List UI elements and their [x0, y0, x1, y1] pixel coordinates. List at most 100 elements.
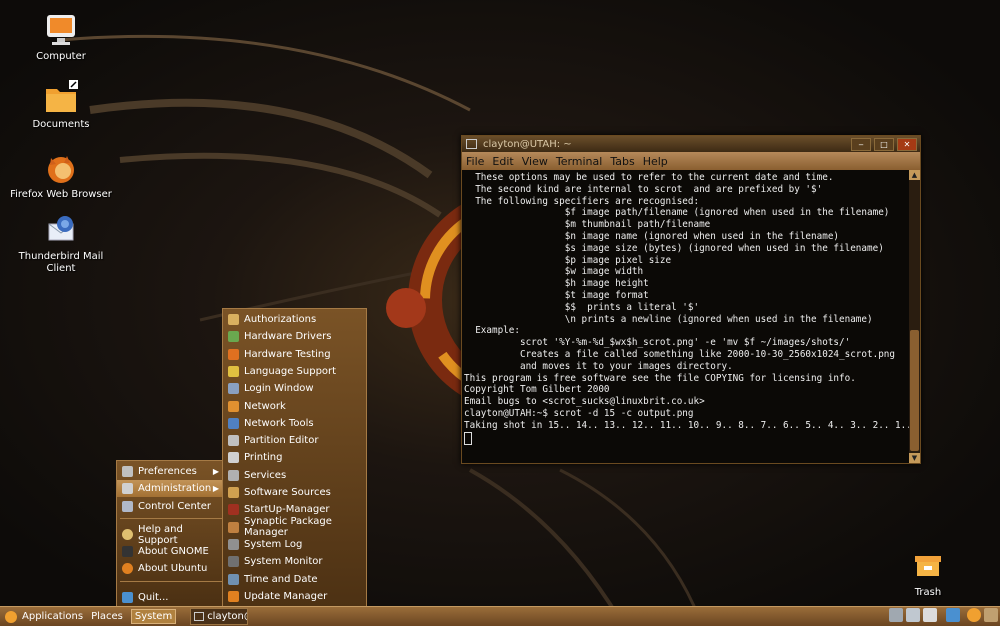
menu-edit[interactable]: Edit	[492, 155, 513, 168]
desktop-icon-label: Trash	[914, 587, 942, 598]
terminal-line: These options may be used to refer to th…	[464, 172, 834, 183]
computer-icon	[43, 12, 79, 48]
terminal-line: and moves it to your images directory.	[464, 360, 733, 372]
menu-item-about-ubuntu[interactable]: About Ubuntu	[117, 560, 225, 577]
ubuntu-icon	[122, 563, 133, 574]
close-button[interactable]: ✕	[897, 137, 917, 151]
startup-manager-icon	[228, 504, 239, 516]
terminal-window[interactable]: clayton@UTAH: ~ ‒ □ ✕ File Edit View Ter…	[461, 135, 921, 464]
system-log-icon	[228, 538, 239, 550]
menu-item-label: About Ubuntu	[138, 563, 208, 574]
thunderbird-desktop-icon[interactable]: Thunderbird Mail Client	[6, 212, 116, 275]
menu-help[interactable]: Help	[643, 155, 668, 168]
menu-item-language-support[interactable]: Language Support	[223, 363, 366, 380]
menu-tabs[interactable]: Tabs	[610, 155, 634, 168]
menu-item-label: Network Tools	[244, 417, 314, 429]
menu-file[interactable]: File	[466, 155, 484, 168]
minimize-button[interactable]: ‒	[851, 137, 871, 151]
menu-view[interactable]: View	[522, 155, 548, 168]
menu-item-label: Network	[244, 400, 286, 412]
terminal-line: Creates a file called something like 200…	[464, 348, 895, 360]
login-window-icon	[228, 383, 239, 395]
menu-item-hardware-drivers[interactable]: Hardware Drivers	[223, 328, 366, 345]
menu-item-system-log[interactable]: System Log	[223, 536, 366, 553]
menu-item-about-gnome[interactable]: About GNOME	[117, 543, 225, 560]
menu-item-label: Administration	[138, 483, 212, 494]
clipboard-icon[interactable]	[906, 608, 920, 622]
firefox-icon	[43, 150, 79, 186]
desktop-icon-label: Computer	[36, 51, 86, 62]
terminal-line: scrot '%Y-%m-%d_$wx$h_scrot.png' -e 'mv …	[464, 337, 851, 349]
terminal-line: clayton@UTAH:~$ scrot -d 15 -c output.pn…	[464, 407, 694, 419]
trash-desktop-icon[interactable]: Trash	[873, 548, 983, 599]
menu-separator	[120, 581, 222, 582]
volume-icon[interactable]	[923, 608, 937, 622]
desktop-icon-label: Documents	[32, 119, 90, 130]
terminal-line: This program is free software see the fi…	[464, 372, 856, 384]
menu-item-label: Preferences	[138, 466, 197, 477]
terminal-line: $m thumbnail path/filename	[464, 219, 711, 231]
language-support-icon	[228, 365, 239, 377]
menu-item-login-window[interactable]: Login Window	[223, 380, 366, 397]
menu-item-quit[interactable]: Quit...	[117, 589, 225, 606]
time-and-date-icon	[228, 573, 239, 585]
hardware-drivers-icon	[228, 331, 239, 343]
terminal-scrollbar[interactable]: ▲ ▼	[909, 170, 920, 463]
places-menu[interactable]: Places	[91, 611, 123, 622]
update-manager-icon	[228, 590, 239, 602]
scroll-down-arrow-icon[interactable]: ▼	[909, 453, 920, 463]
menu-item-label: Hardware Drivers	[244, 331, 332, 343]
documents-desktop-icon[interactable]: Documents	[6, 80, 116, 131]
partition-editor-icon	[228, 435, 239, 447]
submenu-arrow-icon: ▶	[212, 484, 219, 493]
taskbar-terminal-button[interactable]: clayton@	[190, 608, 249, 625]
applications-menu[interactable]: Applications	[22, 611, 83, 622]
menu-item-label: Control Center	[138, 501, 211, 512]
terminal-icon	[466, 139, 477, 149]
system-menu-button[interactable]: System	[130, 609, 177, 624]
services-icon	[228, 469, 239, 481]
menu-item-system-monitor[interactable]: System Monitor	[223, 553, 366, 570]
menu-item-label: Partition Editor	[244, 435, 319, 447]
scrollbar-thumb[interactable]	[910, 330, 919, 451]
menu-item-synaptic-package-manager[interactable]: Synaptic Package Manager	[223, 516, 366, 538]
menu-item-software-sources[interactable]: Software Sources	[223, 484, 366, 501]
computer-desktop-icon[interactable]: Computer	[6, 12, 116, 63]
preferences-icon	[122, 466, 133, 477]
menu-item-label: Login Window	[244, 383, 314, 395]
menu-item-label: About GNOME	[138, 546, 209, 557]
menu-item-hardware-testing[interactable]: Hardware Testing	[223, 346, 366, 363]
menu-item-help[interactable]: Help and Support	[117, 524, 225, 546]
menu-item-network-tools[interactable]: Network Tools	[223, 415, 366, 432]
printing-icon	[228, 452, 239, 464]
menu-item-preferences[interactable]: Preferences ▶	[117, 463, 225, 480]
terminal-line: $h image height	[464, 278, 649, 290]
menu-item-services[interactable]: Services	[223, 467, 366, 484]
settings-icon[interactable]	[967, 608, 981, 622]
download-icon[interactable]	[946, 608, 960, 622]
menu-item-partition-editor[interactable]: Partition Editor	[223, 432, 366, 449]
bottom-panel: Applications Places System clayton@	[0, 606, 1000, 626]
monitor-icon[interactable]	[889, 608, 903, 622]
taskbar-label: clayton@	[207, 611, 247, 622]
terminal-titlebar[interactable]: clayton@UTAH: ~ ‒ □ ✕	[462, 136, 920, 152]
terminal-line: \n prints a newline (ignored when used i…	[464, 313, 873, 325]
terminal-line: $t image format	[464, 289, 649, 301]
menu-terminal[interactable]: Terminal	[556, 155, 603, 168]
firefox-desktop-icon[interactable]: Firefox Web Browser	[6, 150, 116, 201]
menu-item-update-manager[interactable]: Update Manager	[223, 588, 366, 605]
menu-item-printing[interactable]: Printing	[223, 449, 366, 466]
network-icon	[228, 400, 239, 412]
maximize-button[interactable]: □	[874, 137, 894, 151]
terminal-line: $s image size (bytes) (ignored when used…	[464, 242, 884, 254]
menu-item-label: Language Support	[244, 365, 337, 377]
scroll-up-arrow-icon[interactable]: ▲	[909, 170, 920, 180]
menu-item-time-and-date[interactable]: Time and Date	[223, 571, 366, 588]
menu-item-authorizations[interactable]: Authorizations	[223, 311, 366, 328]
menu-item-control-center[interactable]: Control Center	[117, 498, 225, 515]
menu-item-administration[interactable]: Administration ▶	[117, 480, 225, 497]
terminal-output[interactable]: These options may be used to refer to th…	[462, 170, 909, 463]
authorizations-icon	[228, 314, 239, 325]
trash-applet-icon[interactable]	[984, 608, 998, 622]
menu-item-network[interactable]: Network	[223, 398, 366, 415]
